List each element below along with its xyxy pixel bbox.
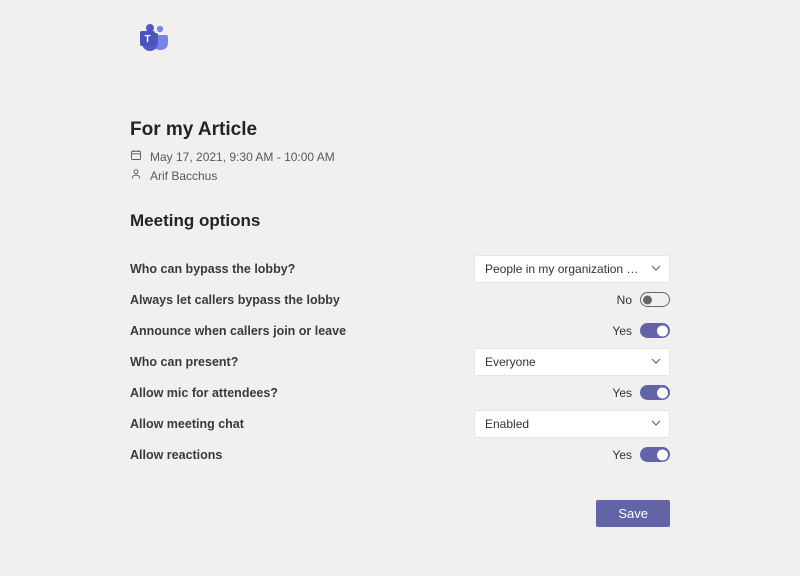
announce-state: Yes	[612, 324, 632, 338]
meeting-datetime: May 17, 2021, 9:30 AM - 10:00 AM	[150, 150, 335, 164]
section-title: Meeting options	[130, 211, 670, 231]
who-present-label: Who can present?	[130, 355, 238, 369]
allow-reactions-toggle[interactable]	[640, 447, 670, 462]
allow-mic-state: Yes	[612, 386, 632, 400]
calendar-icon	[130, 149, 142, 164]
bypass-lobby-select[interactable]: People in my organization and gu...	[474, 255, 670, 283]
save-button[interactable]: Save	[596, 500, 670, 527]
allow-reactions-label: Allow reactions	[130, 448, 222, 462]
meeting-title: For my Article	[130, 119, 670, 141]
bypass-lobby-label: Who can bypass the lobby?	[130, 262, 295, 276]
callers-bypass-state: No	[617, 293, 632, 307]
callers-bypass-label: Always let callers bypass the lobby	[130, 293, 340, 307]
allow-mic-label: Allow mic for attendees?	[130, 386, 278, 400]
teams-logo-icon: T	[136, 24, 670, 59]
meeting-datetime-row: May 17, 2021, 9:30 AM - 10:00 AM	[130, 149, 670, 164]
announce-toggle[interactable]	[640, 323, 670, 338]
meeting-organizer-row: Arif Bacchus	[130, 168, 670, 183]
meeting-chat-select[interactable]: Enabled	[474, 410, 670, 438]
chevron-down-icon	[651, 355, 661, 369]
announce-label: Announce when callers join or leave	[130, 324, 346, 338]
chevron-down-icon	[651, 262, 661, 276]
chevron-down-icon	[651, 417, 661, 431]
meeting-chat-label: Allow meeting chat	[130, 417, 244, 431]
meeting-organizer: Arif Bacchus	[150, 169, 217, 183]
allow-mic-toggle[interactable]	[640, 385, 670, 400]
allow-reactions-state: Yes	[612, 448, 632, 462]
svg-text:T: T	[144, 34, 150, 45]
who-present-select[interactable]: Everyone	[474, 348, 670, 376]
callers-bypass-toggle[interactable]	[640, 292, 670, 307]
person-icon	[130, 168, 142, 183]
